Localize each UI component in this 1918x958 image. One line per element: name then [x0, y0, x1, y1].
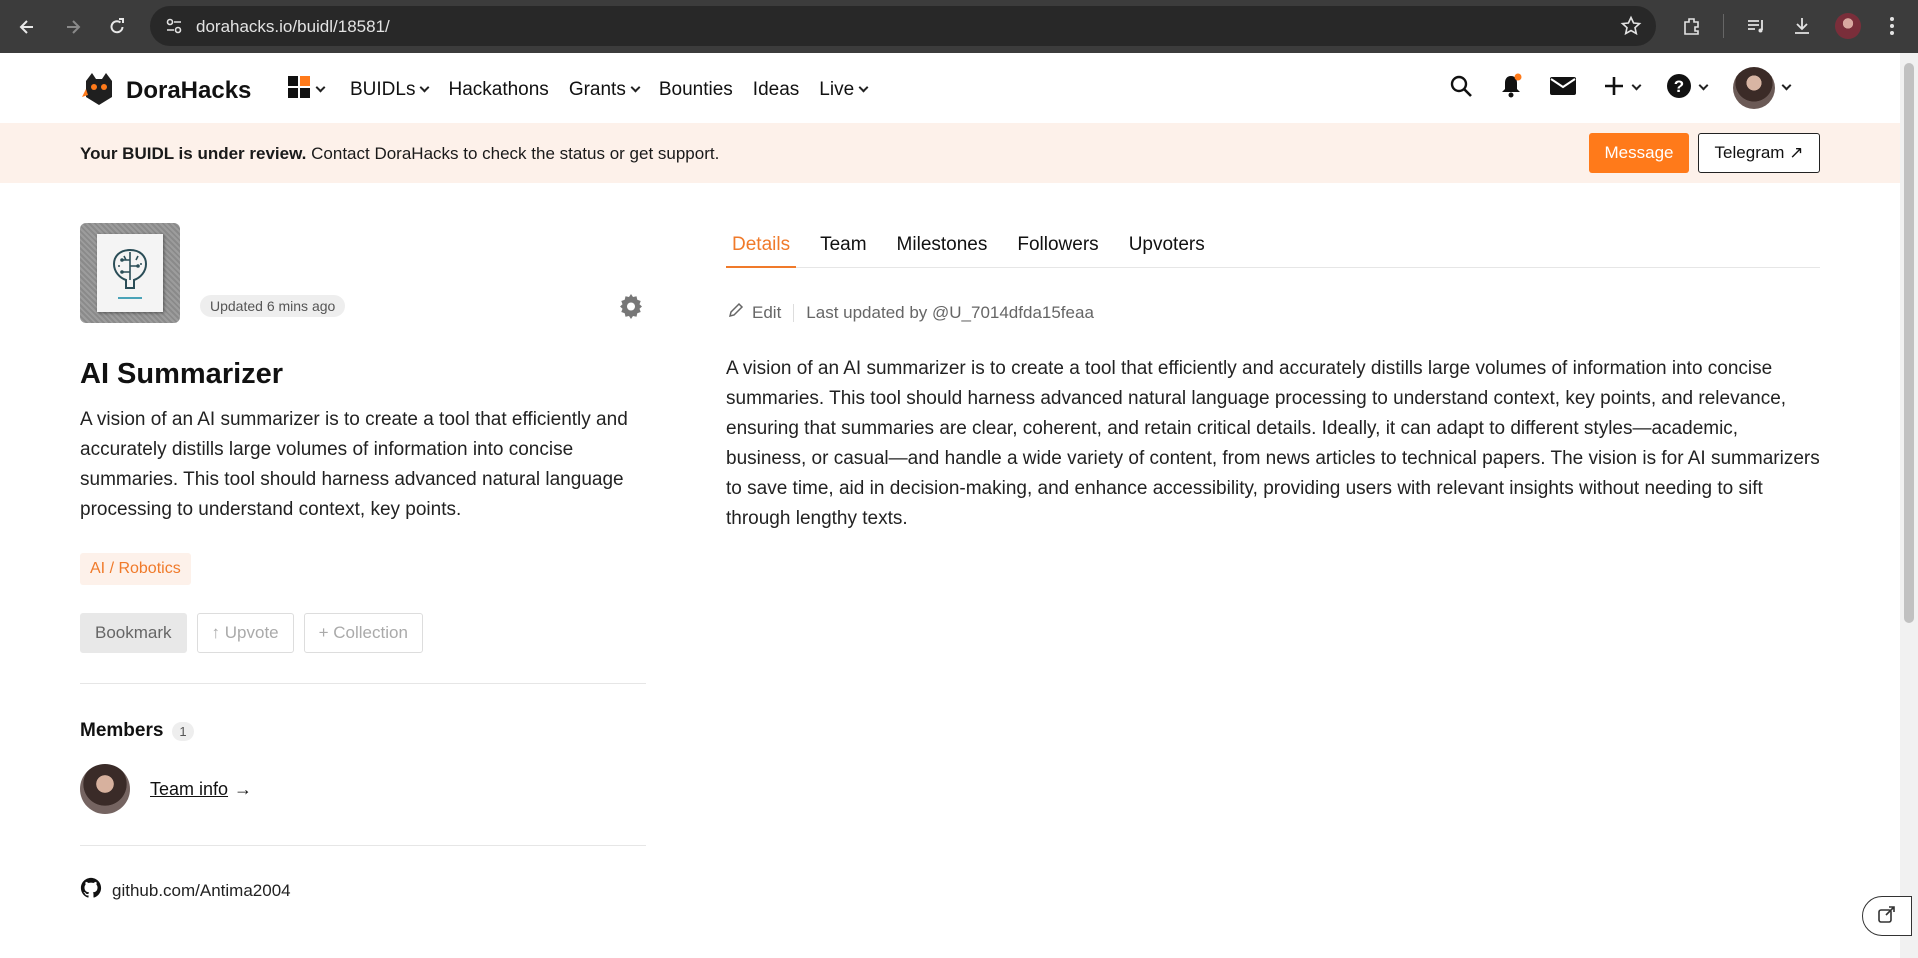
- nav-buidls-label: BUIDLs: [350, 79, 416, 100]
- project-tabs: Details Team Milestones Followers Upvote…: [726, 234, 1820, 268]
- github-link[interactable]: github.com/Antima2004: [80, 877, 291, 904]
- browser-toolbar: dorahacks.io/buidl/18581/: [0, 0, 1918, 53]
- site-info-icon[interactable]: [164, 16, 184, 41]
- forward-icon[interactable]: [56, 10, 90, 44]
- details-body: A vision of an AI summarizer is to creat…: [726, 358, 1820, 529]
- notifications-button[interactable]: [1499, 69, 1523, 107]
- share-button[interactable]: [1862, 896, 1912, 936]
- edit-row: Edit Last updated by @U_7014dfda15feaa: [728, 302, 1094, 323]
- project-description: A vision of an AI summarizer is to creat…: [80, 409, 628, 520]
- chevron-down-icon: [420, 82, 430, 93]
- grid-icon: [287, 75, 311, 105]
- category-tag[interactable]: AI / Robotics: [80, 553, 191, 585]
- tab-details[interactable]: Details: [726, 234, 797, 268]
- star-icon[interactable]: [1620, 15, 1642, 42]
- divider: [80, 845, 646, 846]
- review-banner: Your BUIDL is under review. Contact Dora…: [0, 123, 1900, 183]
- last-updated-text: Last updated by @U_7014dfda15feaa: [806, 302, 1094, 322]
- arrow-right-icon: →: [234, 778, 253, 799]
- brand-name: DoraHacks: [126, 76, 252, 104]
- members-heading: Members 1: [80, 720, 194, 742]
- tab-team[interactable]: Team: [814, 234, 872, 268]
- apps-grid-menu[interactable]: [287, 75, 326, 105]
- dorahacks-logo-icon: [80, 69, 118, 112]
- profile-icon[interactable]: [1832, 10, 1864, 42]
- tab-milestones[interactable]: Milestones: [891, 234, 994, 268]
- reload-icon[interactable]: [100, 10, 134, 44]
- plus-icon: [1603, 75, 1625, 102]
- dorahacks-logo[interactable]: DoraHacks: [80, 69, 251, 112]
- site-header: DoraHacks BUIDLs Hackathons Grants Bount…: [0, 53, 1900, 123]
- nav-hackathons-label: Hackathons: [448, 79, 549, 100]
- page-scrollbar[interactable]: [1900, 53, 1918, 958]
- members-count: 1: [172, 721, 194, 741]
- header-actions: ?: [1449, 67, 1792, 109]
- nav-grants-label: Grants: [568, 79, 626, 100]
- create-menu[interactable]: [1603, 69, 1642, 107]
- nav-ideas-label: Ideas: [752, 79, 800, 100]
- divider: [80, 683, 646, 684]
- nav-buidls[interactable]: BUIDLs: [350, 79, 430, 101]
- download-icon[interactable]: [1786, 10, 1818, 42]
- telegram-button[interactable]: Telegram ↗: [1698, 133, 1820, 173]
- chevron-down-icon: [858, 82, 869, 93]
- add-collection-button[interactable]: + Collection: [303, 613, 423, 653]
- extensions-icon[interactable]: [1676, 10, 1708, 42]
- share-icon: [1877, 904, 1897, 929]
- nav-grants[interactable]: Grants: [568, 79, 641, 101]
- member-row: Team info →: [80, 764, 252, 814]
- tab-upvoters[interactable]: Upvoters: [1123, 234, 1211, 268]
- nav-ideas[interactable]: Ideas: [753, 79, 799, 101]
- scrollbar-thumb[interactable]: [1904, 63, 1914, 623]
- avatar: [1733, 67, 1775, 109]
- help-icon: ?: [1666, 73, 1692, 104]
- nav-live-label: Live: [819, 79, 855, 100]
- project-logo: [80, 223, 180, 323]
- team-info-link[interactable]: Team info: [150, 779, 228, 800]
- github-url: github.com/Antima2004: [112, 880, 291, 900]
- more-icon[interactable]: [1876, 10, 1908, 42]
- messages-button[interactable]: [1549, 69, 1577, 107]
- edit-link[interactable]: Edit: [752, 303, 781, 323]
- bookmark-button[interactable]: Bookmark: [80, 613, 187, 653]
- gear-icon[interactable]: [618, 293, 644, 324]
- toolbar-divider: [1723, 14, 1724, 38]
- chevron-down-icon: [1631, 80, 1642, 91]
- chevron-down-icon: [1698, 80, 1709, 91]
- project-actions: Bookmark ↑ Upvote + Collection: [80, 613, 423, 653]
- github-icon: [80, 877, 102, 904]
- brain-circuit-icon: [97, 234, 163, 312]
- chevron-down-icon: [1781, 80, 1792, 91]
- url-text[interactable]: dorahacks.io/buidl/18581/: [196, 17, 390, 37]
- review-banner-bold: Your BUIDL is under review.: [80, 144, 307, 163]
- help-menu[interactable]: ?: [1666, 69, 1709, 107]
- svg-text:?: ?: [1674, 77, 1684, 96]
- members-label: Members: [80, 720, 164, 741]
- upvote-button[interactable]: ↑ Upvote: [196, 613, 294, 653]
- back-icon[interactable]: [10, 10, 44, 44]
- tab-followers[interactable]: Followers: [1011, 234, 1104, 268]
- pencil-icon[interactable]: [728, 302, 744, 323]
- bell-icon: [1499, 73, 1523, 104]
- nav-hackathons[interactable]: Hackathons: [448, 79, 548, 101]
- project-title: AI Summarizer: [80, 358, 284, 390]
- member-avatar[interactable]: [80, 764, 130, 814]
- search-icon: [1449, 74, 1473, 103]
- search-button[interactable]: [1449, 69, 1473, 107]
- review-banner-text: Your BUIDL is under review. Contact Dora…: [80, 144, 719, 164]
- media-icon[interactable]: [1740, 10, 1772, 42]
- nav-live[interactable]: Live: [819, 79, 869, 101]
- chevron-down-icon: [315, 82, 326, 93]
- nav-bounties-label: Bounties: [658, 79, 733, 100]
- chevron-down-icon: [630, 82, 641, 93]
- divider: [793, 303, 795, 322]
- user-menu[interactable]: [1733, 67, 1792, 109]
- nav-bounties[interactable]: Bounties: [659, 79, 733, 101]
- review-banner-message: Contact DoraHacks to check the status or…: [306, 144, 720, 163]
- updated-badge: Updated 6 mins ago: [200, 295, 346, 317]
- main-nav: BUIDLs Hackathons Grants Bounties Ideas …: [287, 75, 887, 105]
- message-button[interactable]: Message: [1589, 133, 1689, 173]
- mail-icon: [1549, 75, 1577, 102]
- address-bar[interactable]: dorahacks.io/buidl/18581/: [150, 6, 1656, 46]
